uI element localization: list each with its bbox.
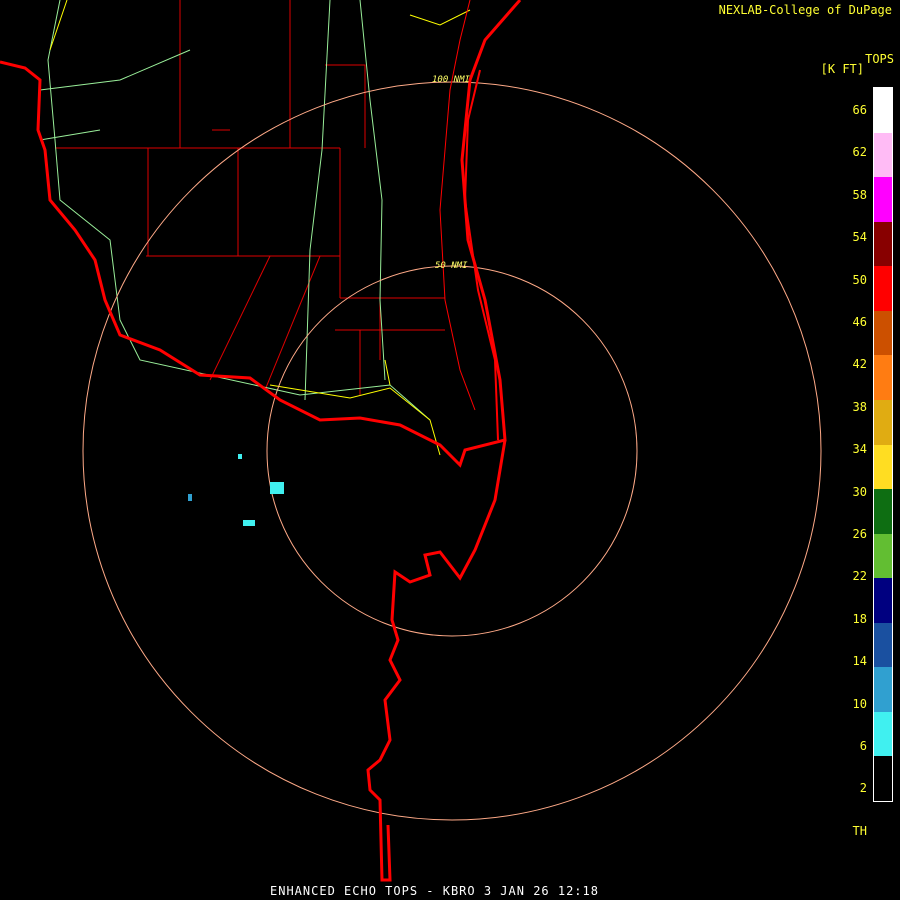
legend-label: 42 xyxy=(852,357,867,372)
legend-label: 14 xyxy=(852,654,867,669)
range-ring-100 xyxy=(82,81,822,821)
legend-swatch xyxy=(874,711,892,757)
county-lines xyxy=(55,0,445,395)
legend-title: TOPS xyxy=(865,52,894,66)
legend-label: 50 xyxy=(852,272,867,287)
echo-cell xyxy=(188,494,192,501)
legend-label: 30 xyxy=(852,484,867,499)
legend-label: 26 xyxy=(852,527,867,541)
legend-label: 38 xyxy=(852,399,867,414)
legend-swatch xyxy=(874,622,892,668)
credit-text: NEXLAB-College of DuPage xyxy=(718,3,892,17)
legend-units: [K FT] xyxy=(820,62,864,76)
legend-label: 58 xyxy=(852,187,867,202)
legend-label: 2 xyxy=(859,781,867,796)
echo-cell xyxy=(270,482,284,494)
legend-swatch xyxy=(874,132,892,178)
highways xyxy=(39,0,471,456)
legend-swatch xyxy=(874,489,892,534)
radar-display: 100 NMI 50 NMI NEXLAB-College of DuPage … xyxy=(0,0,900,900)
legend-swatch xyxy=(874,266,892,311)
color-legend-bar xyxy=(873,87,893,802)
legend-swatch xyxy=(874,533,892,579)
legend-label: 10 xyxy=(852,696,867,711)
range-rings xyxy=(82,81,822,821)
legend-swatch xyxy=(874,399,892,445)
legend-label: 18 xyxy=(852,611,867,626)
legend-label: 22 xyxy=(852,569,867,584)
range-ring-50 xyxy=(266,265,638,637)
legend-label: 54 xyxy=(852,230,867,245)
coastline-and-border xyxy=(0,0,522,882)
legend-label: 34 xyxy=(852,442,867,457)
legend-swatch xyxy=(874,756,892,801)
legend-swatch xyxy=(874,310,892,356)
radar-map: 100 NMI 50 NMI xyxy=(0,0,822,882)
legend-swatch xyxy=(874,578,892,623)
echo-returns xyxy=(188,454,284,526)
legend-swatch xyxy=(874,444,892,490)
legend-swatch xyxy=(874,667,892,712)
legend-label: 46 xyxy=(852,315,867,329)
legend-label: 6 xyxy=(859,739,867,753)
legend-label: 62 xyxy=(852,145,867,160)
ring-labels: 100 NMI 50 NMI xyxy=(432,75,471,271)
ring-label-100: 100 NMI xyxy=(432,75,471,85)
legend-swatch xyxy=(874,355,892,400)
echo-cell xyxy=(243,520,255,526)
echo-cell xyxy=(238,454,242,459)
legend-label: TH xyxy=(852,823,867,838)
legend-swatch xyxy=(874,88,892,133)
ring-label-50: 50 NMI xyxy=(435,261,468,271)
legend-swatch xyxy=(874,177,892,222)
product-title: ENHANCED ECHO TOPS - KBRO 3 JAN 26 12:18 xyxy=(270,884,599,898)
legend-label: 66 xyxy=(852,103,867,117)
legend-swatch xyxy=(874,221,892,267)
